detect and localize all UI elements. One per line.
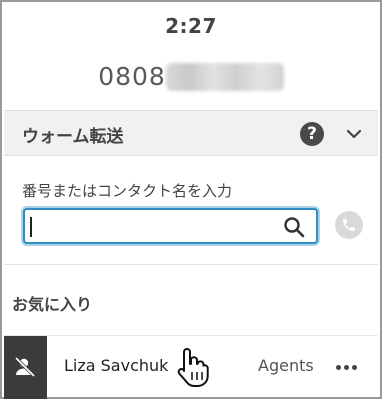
call-timer: 2:27	[165, 14, 217, 38]
contact-group: Agents	[258, 356, 314, 375]
user-blocked-icon	[14, 356, 36, 378]
chevron-down-icon[interactable]	[344, 124, 364, 144]
phone-number-text: 0808	[98, 62, 166, 91]
call-header: 2:27 0808	[2, 2, 380, 110]
phone-icon	[343, 219, 355, 231]
call-button[interactable]	[335, 211, 363, 239]
transfer-panel: 2:27 0808 ウォーム転送 ? 番号またはコンタクト名を入力 お気に入り	[0, 0, 382, 399]
search-label: 番号またはコンタクト名を入力	[22, 182, 233, 200]
favorites-heading: お気に入り	[12, 295, 93, 314]
contact-name[interactable]: Liza Savchuk	[64, 356, 168, 375]
search-input[interactable]	[29, 213, 279, 239]
search-icon[interactable]	[282, 215, 306, 239]
more-horizontal-icon[interactable]	[336, 365, 358, 371]
search-field[interactable]	[23, 208, 318, 244]
phone-number: 0808	[2, 62, 380, 91]
help-icon[interactable]: ?	[300, 122, 324, 146]
avatar	[4, 336, 47, 399]
warm-transfer-header[interactable]: ウォーム転送 ?	[4, 110, 378, 156]
text-caret	[30, 217, 32, 237]
section-title: ウォーム転送	[22, 127, 124, 147]
hand-pointer-cursor-icon	[177, 348, 209, 387]
divider	[4, 264, 378, 265]
phone-number-redacted	[165, 62, 284, 91]
